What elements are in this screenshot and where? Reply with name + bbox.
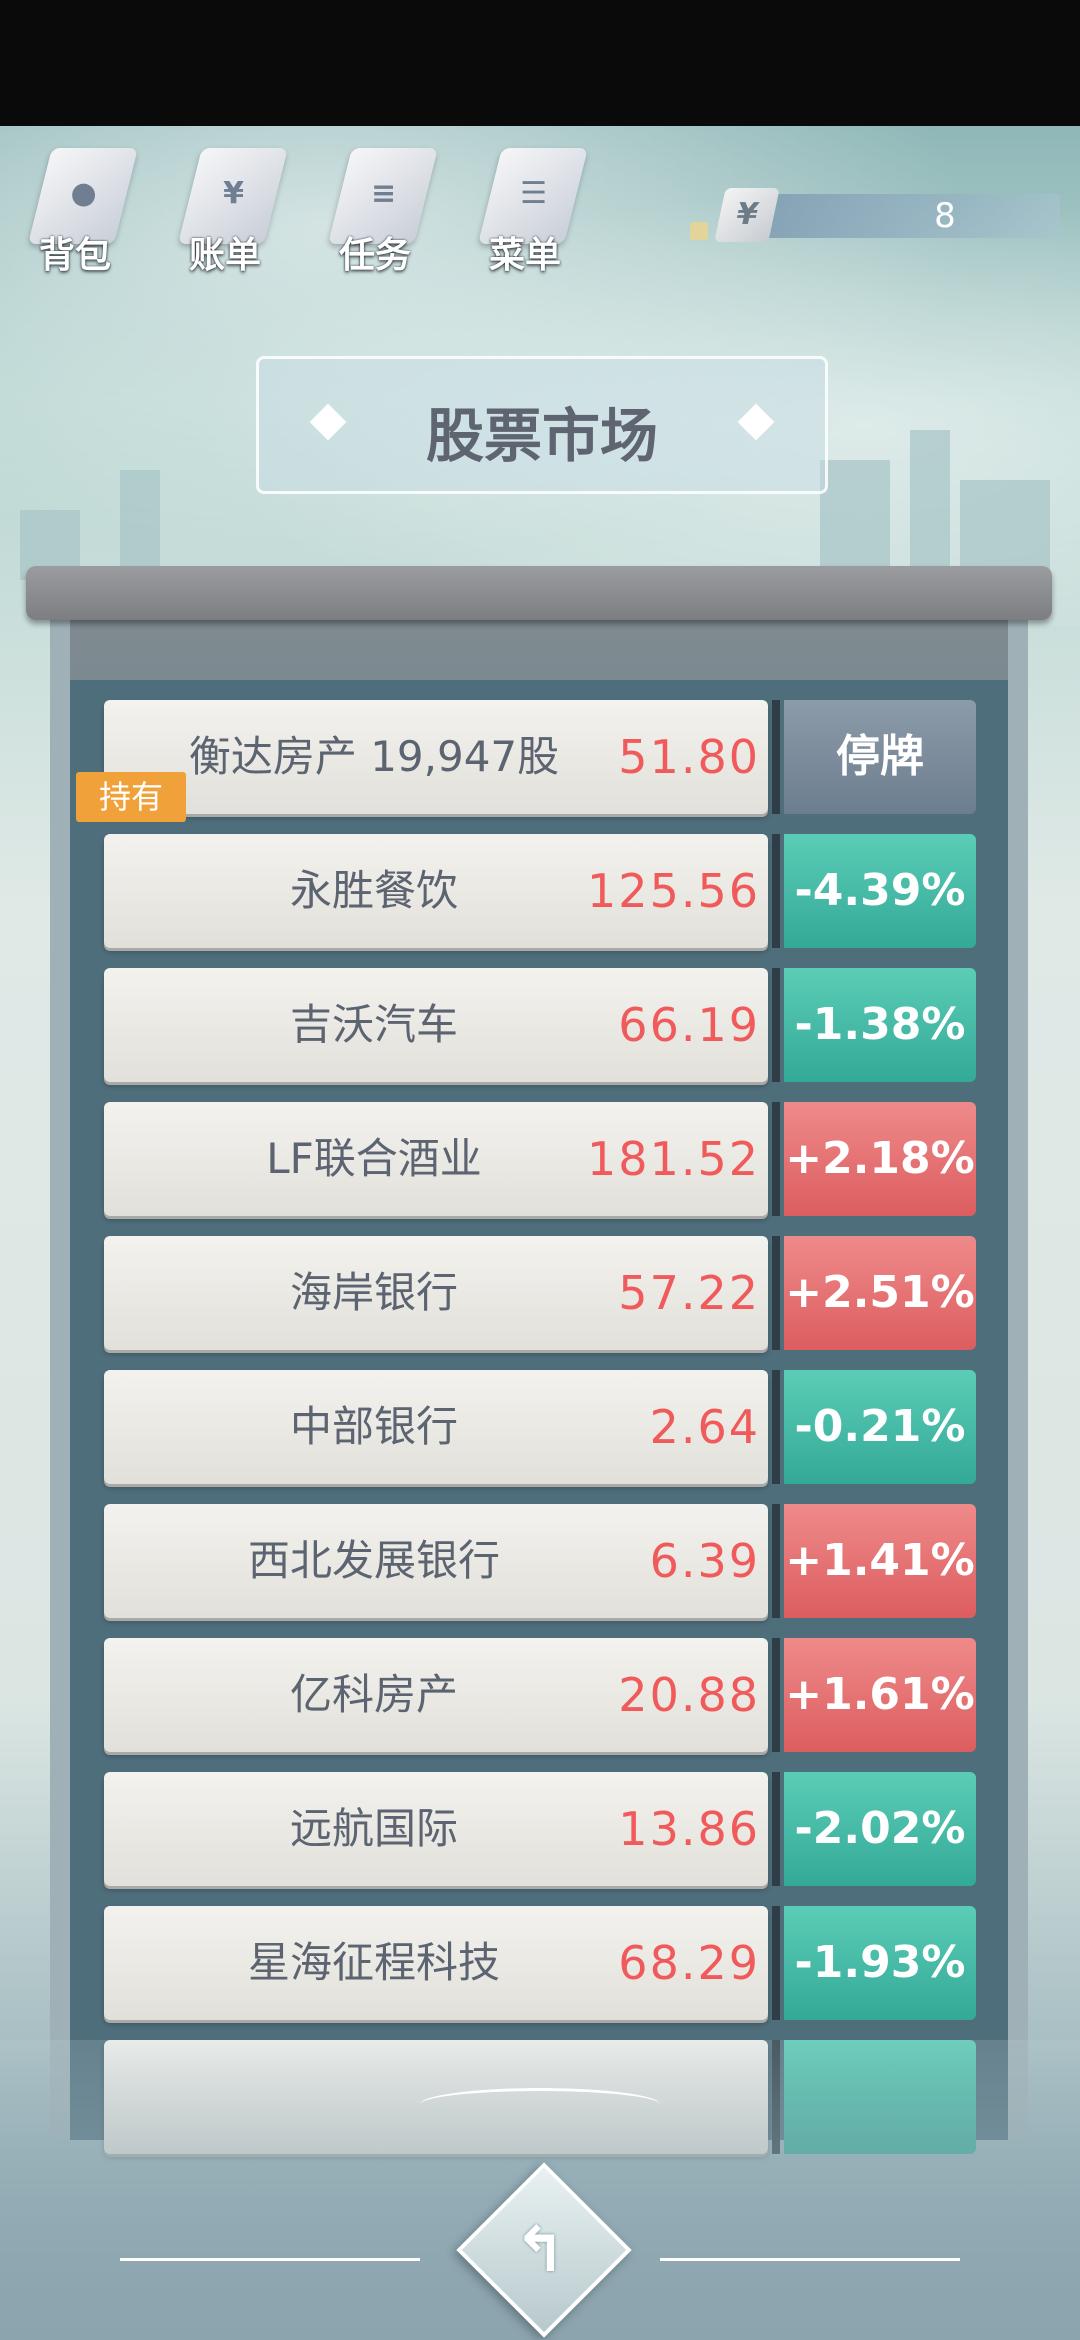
stock-name: 西北发展银行 (247, 1536, 500, 1585)
stock-change-badge: +2.51% (784, 1236, 976, 1350)
stock-name: 星海征程科技 (247, 1938, 500, 1987)
stock-price: 66.19 (618, 998, 760, 1052)
nav-bag-button[interactable]: ● 背包 (10, 140, 140, 280)
stock-price: 2.64 (649, 1400, 760, 1454)
stock-change-badge: -1.38% (784, 968, 976, 1082)
board-pillar-right (1008, 620, 1028, 2140)
divider-line-left (120, 2258, 420, 2261)
board-pillar-left (50, 620, 70, 2140)
nav-menu-label: 菜单 (488, 235, 561, 276)
money-value: 8 (934, 196, 956, 236)
nav-bill-button[interactable]: ¥ 账单 (160, 140, 290, 280)
page-title: 股票市场 (425, 402, 658, 470)
stock-row[interactable]: 星海征程科技 68.29 -1.93% (104, 1906, 976, 2020)
stock-board-cap (26, 566, 1052, 620)
page-title-box: 股票市场 (256, 356, 828, 494)
stock-row[interactable]: 西北发展银行 6.39 +1.41% (104, 1504, 976, 1618)
stock-row[interactable]: LF联合酒业 181.52 +2.18% (104, 1102, 976, 1216)
stock-name: 亿科房产 (289, 1670, 458, 1719)
stock-price: 51.80 (618, 730, 760, 784)
nav-bag-label: 背包 (38, 235, 111, 276)
stock-price: 181.52 (587, 1132, 760, 1186)
stock-row[interactable]: 远航国际 13.86 -2.02% (104, 1772, 976, 1886)
stock-name: 吉沃汽车 (289, 1000, 458, 1049)
stock-price: 68.29 (618, 1936, 760, 1990)
nav-task-button[interactable]: ≡ 任务 (310, 140, 440, 280)
yen-icon: ¥ (714, 188, 780, 242)
stock-name: LF联合酒业 (266, 1134, 482, 1183)
stock-change-badge: +1.61% (784, 1638, 976, 1752)
stock-change-badge: -1.93% (784, 1906, 976, 2020)
stock-name: 海岸银行 (289, 1268, 458, 1317)
money-display: ¥ 8 (690, 188, 1070, 242)
stock-change-badge: -4.39% (784, 834, 976, 948)
nav-menu-button[interactable]: ☰ 菜单 (460, 140, 590, 280)
stock-row[interactable]: 海岸银行 57.22 +2.51% (104, 1236, 976, 1350)
stock-name: 永胜餐饮 (289, 866, 458, 915)
stock-change-badge: -2.02% (784, 1772, 976, 1886)
stock-name: 中部银行 (289, 1402, 458, 1451)
stock-change-badge: +2.18% (784, 1102, 976, 1216)
stock-name: 远航国际 (289, 1804, 458, 1853)
stock-row[interactable]: 亿科房产 20.88 +1.61% (104, 1638, 976, 1752)
status-bar (0, 0, 1080, 126)
stock-row[interactable]: 吉沃汽车 66.19 -1.38% (104, 968, 976, 1082)
stock-change-badge: +1.41% (784, 1504, 976, 1618)
stock-price: 125.56 (587, 864, 760, 918)
stock-price: 13.86 (618, 1802, 760, 1856)
stock-change-badge: -0.21% (784, 1370, 976, 1484)
stock-price: 57.22 (618, 1266, 760, 1320)
ornament-divider (420, 2088, 660, 2121)
back-arrow-icon: ↰ (514, 2213, 566, 2286)
nav-task-label: 任务 (338, 235, 411, 276)
nav-bill-label: 账单 (188, 235, 261, 276)
stock-price: 20.88 (618, 1668, 760, 1722)
stock-row[interactable]: 永胜餐饮 125.56 -4.39% (104, 834, 976, 948)
coin-icon (690, 222, 708, 240)
stock-change-badge: 停牌 (784, 700, 976, 814)
divider-line-right (660, 2258, 960, 2261)
stock-row[interactable]: 衡达房产 19,947股 51.80 停牌 (104, 700, 976, 814)
stock-price: 6.39 (649, 1534, 760, 1588)
stock-row[interactable]: 中部银行 2.64 -0.21% (104, 1370, 976, 1484)
held-tag: 持有 (76, 772, 186, 822)
